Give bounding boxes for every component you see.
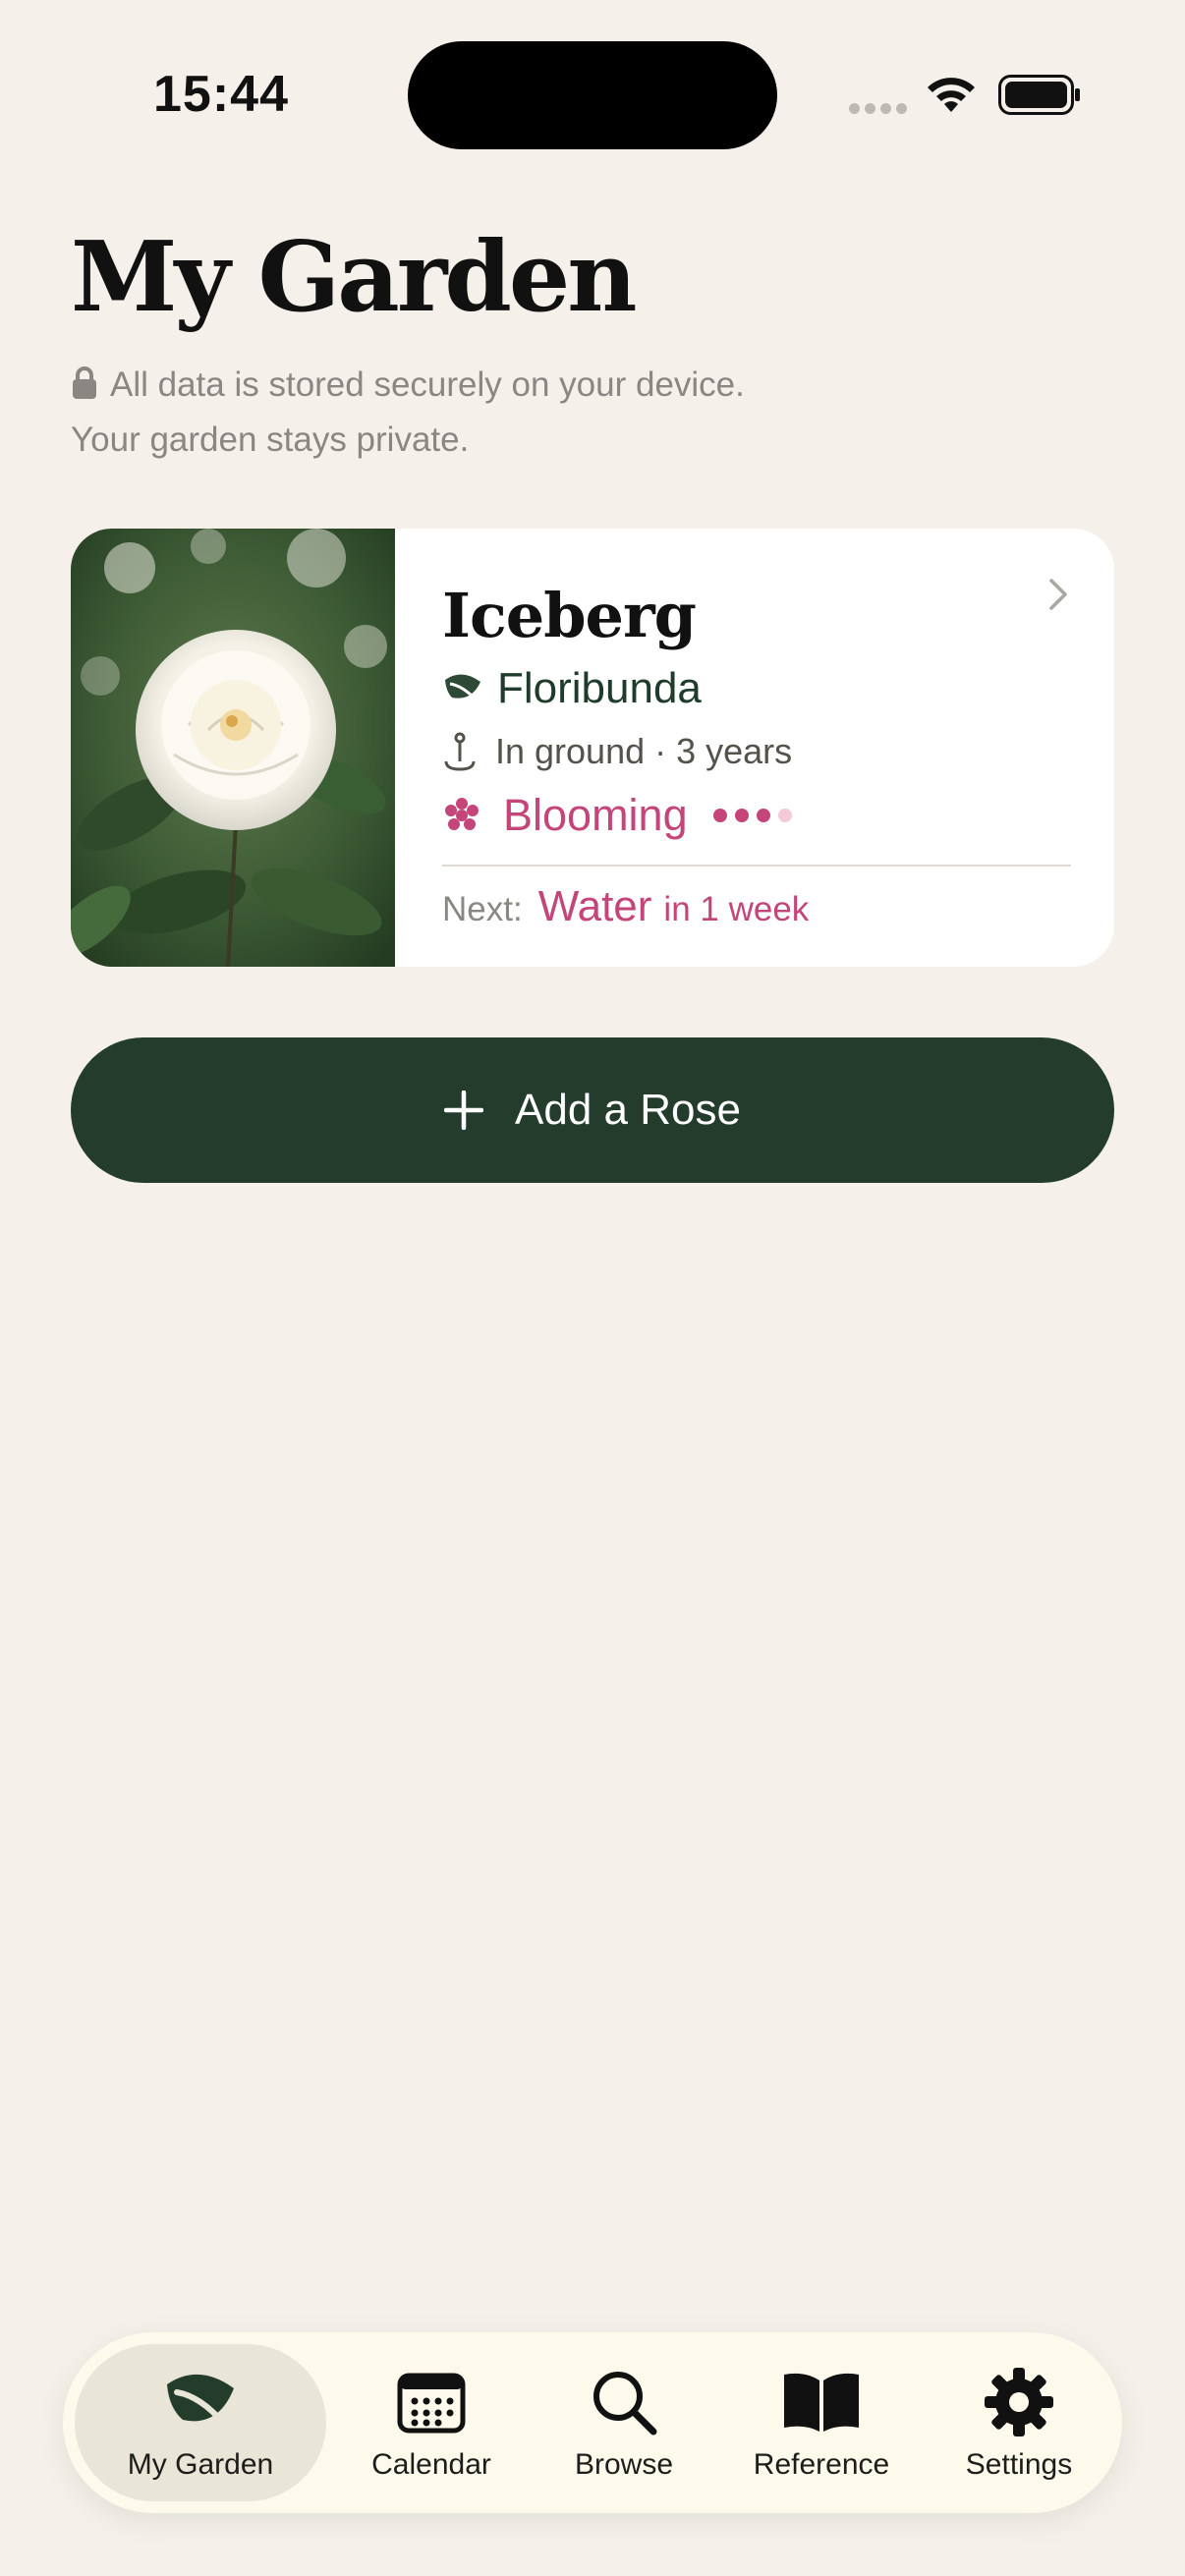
leaf-icon [167,2374,234,2427]
card-divider [442,865,1071,867]
wifi-icon [928,78,975,112]
battery-icon [998,75,1080,115]
rose-name: Iceberg [442,580,697,651]
rose-photo [71,529,395,967]
book-icon [784,2373,859,2432]
tab-reference[interactable]: Reference [715,2344,928,2501]
rose-card-details: Iceberg Floribunda In ground · 3 years B… [442,578,1071,931]
tab-calendar[interactable]: Calendar [330,2344,533,2501]
next-task: Water [537,882,652,930]
status-time: 15:44 [153,66,289,123]
lock-icon [73,366,96,399]
tab-label: Calendar [371,2448,491,2481]
tab-label: Reference [753,2448,890,2481]
chevron-right-icon [1049,579,1067,610]
rose-location: In ground · 3 years [495,731,793,771]
status-row: Blooming [442,790,1071,841]
calendar-icon [397,2373,466,2434]
tab-my-garden[interactable]: My Garden [75,2344,326,2501]
add-rose-button[interactable]: Add a Rose [71,1037,1114,1183]
variety-row: Floribunda [442,664,1071,713]
tab-label: My Garden [127,2448,274,2481]
tab-label: Settings [965,2448,1073,2481]
privacy-line-2: Your garden stays private. [71,420,470,459]
leaf-icon [445,674,480,700]
add-rose-label: Add a Rose [515,1086,741,1134]
tab-label: Browse [574,2448,674,2481]
dynamic-island [408,41,777,149]
next-label: Next: [442,890,523,928]
planted-in-ground-icon [444,732,476,771]
plus-icon [444,1091,484,1130]
location-row: In ground · 3 years [442,731,1071,772]
next-task-when: in 1 week [663,890,810,928]
tab-bar: My Garden Calendar Browse Reference Sett… [63,2332,1122,2513]
privacy-line-1: All data is stored securely on your devi… [110,365,745,404]
privacy-notice: All data is stored securely on your devi… [71,358,1053,468]
next-task-row: Next: Water in 1 week [442,882,1071,931]
cellular-signal-icon [849,103,907,114]
tab-browse[interactable]: Browse [533,2344,715,2501]
blossom-icon [445,798,479,830]
gear-icon [985,2368,1053,2436]
page-title: My Garden [71,221,637,334]
search-icon [593,2372,657,2436]
tab-settings[interactable]: Settings [928,2344,1110,2501]
bloom-status: Blooming [503,790,688,840]
rose-variety: Floribunda [497,664,702,712]
rose-card[interactable]: Iceberg Floribunda In ground · 3 years B… [71,529,1114,967]
bloom-level-indicator [712,809,792,822]
